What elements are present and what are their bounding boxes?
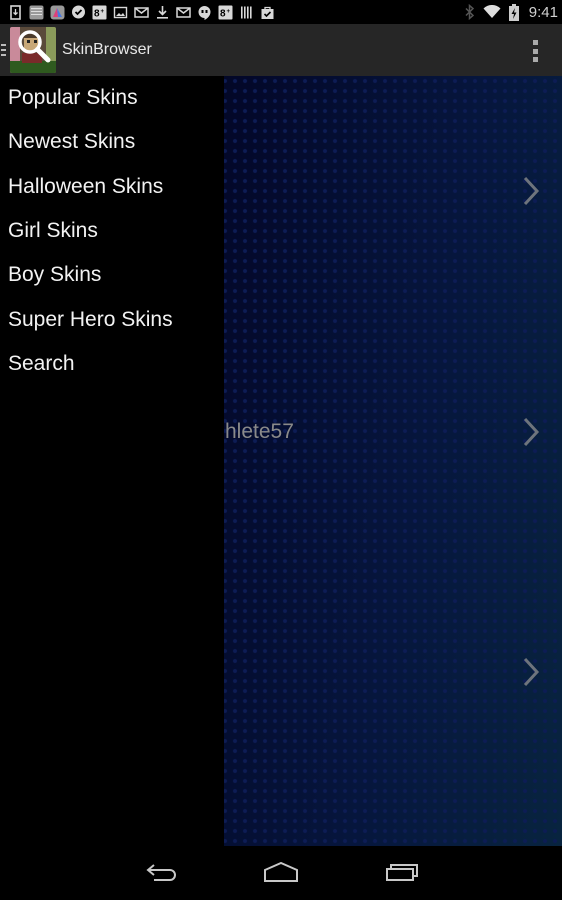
system-icons: 9:41 (465, 3, 558, 21)
drawer-item-popular-skins[interactable]: Popular Skins (0, 76, 224, 120)
recent-apps-button[interactable] (382, 860, 422, 884)
chevron-right-icon (522, 417, 540, 447)
clock: 9:41 (528, 3, 558, 21)
sim-download-icon (8, 4, 23, 20)
status-bar: 8 + 8 + 9:41 (0, 0, 562, 24)
svg-text:+: + (101, 9, 105, 15)
chat-check-icon (71, 5, 86, 20)
drawer-item-super-hero-skins[interactable]: Super Hero Skins (0, 297, 224, 341)
barcode-icon (239, 5, 254, 20)
svg-text:+: + (227, 9, 231, 15)
back-button[interactable] (142, 860, 182, 884)
hangouts-icon (197, 5, 212, 20)
gmail-icon (134, 5, 149, 20)
drawer-item-girl-skins[interactable]: Girl Skins (0, 209, 224, 253)
battery-charging-icon (508, 3, 519, 21)
calendar-news-icon (29, 5, 44, 20)
download-icon (155, 5, 170, 20)
drawer-indicator-icon[interactable] (0, 24, 8, 76)
overflow-menu-icon (532, 40, 538, 45)
home-button[interactable] (261, 860, 301, 884)
drawer-item-search[interactable]: Search (0, 342, 224, 386)
drawer-item-newest-skins[interactable]: Newest Skins (0, 120, 224, 164)
app-title: SkinBrowser (62, 41, 152, 58)
shopping-bag-icon (260, 5, 275, 20)
wifi-icon (483, 5, 501, 19)
app-icon[interactable] (10, 27, 56, 73)
back-icon (146, 864, 176, 881)
action-bar: SkinBrowser (0, 24, 562, 76)
system-nav-bar (0, 846, 562, 900)
image-icon (113, 5, 128, 20)
home-icon (264, 862, 298, 882)
svg-text:8: 8 (94, 8, 100, 19)
svg-text:8: 8 (220, 8, 226, 19)
chevron-right-icon (522, 176, 540, 206)
overflow-menu-button[interactable] (530, 40, 540, 62)
bluetooth-icon (465, 4, 475, 20)
colorful-app-icon (50, 5, 65, 20)
google-plus-icon: 8 + (218, 5, 233, 20)
google-plus-icon: 8 + (92, 5, 107, 20)
list-item-label: hlete57 (225, 420, 294, 443)
recent-apps-icon (386, 864, 418, 881)
drawer-item-boy-skins[interactable]: Boy Skins (0, 253, 224, 297)
chevron-right-icon (522, 657, 540, 687)
drawer-item-halloween-skins[interactable]: Halloween Skins (0, 165, 224, 209)
notification-icons: 8 + 8 + (8, 0, 275, 24)
gmail-icon (176, 5, 191, 20)
navigation-drawer: Popular Skins Newest Skins Halloween Ski… (0, 76, 224, 846)
